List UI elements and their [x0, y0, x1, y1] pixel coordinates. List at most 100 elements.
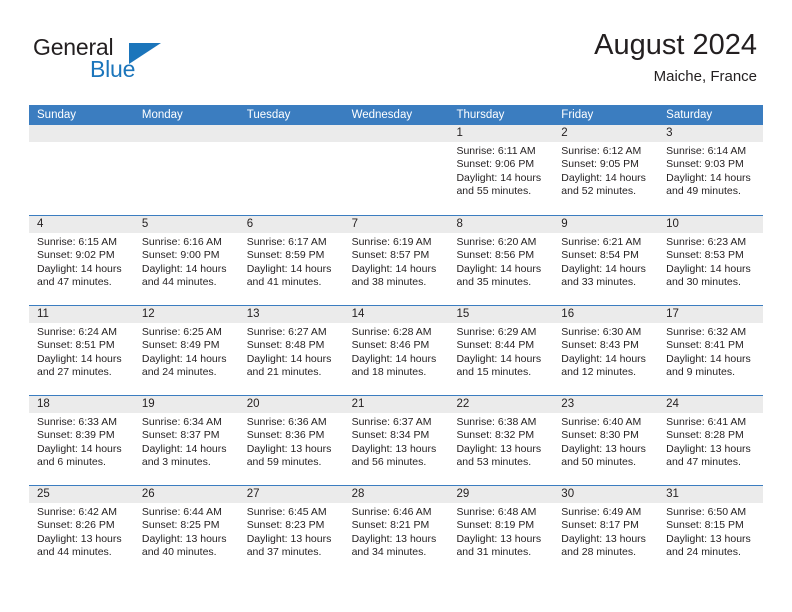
day-details: Sunrise: 6:48 AM Sunset: 8:19 PM Daylight:… [448, 503, 553, 560]
daylight-text: Daylight: 14 hours and 24 minutes. [141, 352, 227, 379]
brand-logo[interactable]: General Blue [33, 34, 233, 90]
daylight-text: Daylight: 13 hours and 40 minutes. [141, 532, 227, 559]
calendar-day-cell[interactable]: 30 Sunrise: 6:49 AM Sunset: 8:17 PM Dayligh… [553, 486, 659, 575]
calendar-day-cell[interactable]: 3 Sunrise: 6:14 AM Sunset: 9:03 PM Daylight… [658, 125, 764, 215]
calendar-day-cell-empty [343, 125, 449, 215]
weekday-header-saturday: Saturday [666, 109, 713, 121]
day-number [343, 125, 449, 142]
calendar-day-cell[interactable]: 17 Sunrise: 6:32 AM Sunset: 8:41 PM Dayligh… [658, 306, 764, 395]
sunset-text: Sunset: 8:59 PM [246, 249, 325, 262]
sunrise-text: Sunrise: 6:41 AM [666, 416, 747, 428]
day-number: 14 [343, 306, 449, 323]
day-number: 2 [553, 125, 659, 142]
calendar-day-cell[interactable]: 19 Sunrise: 6:34 AM Sunset: 8:37 PM Dayligh… [133, 396, 239, 485]
calendar-day-cell[interactable]: 25 Sunrise: 6:42 AM Sunset: 8:26 PM Dayligh… [29, 486, 134, 575]
calendar-day-cell[interactable]: 26 Sunrise: 6:44 AM Sunset: 8:25 PM Dayligh… [133, 486, 239, 575]
weekday-header-row: Sunday Monday Tuesday Wednesday Thursday… [29, 105, 763, 125]
day-details: Sunrise: 6:49 AM Sunset: 8:17 PM Daylight:… [553, 503, 658, 560]
page-subtitle: Maiche, France [653, 68, 757, 85]
calendar-week-row: 1 Sunrise: 6:11 AM Sunset: 9:06 PM Daylight… [29, 125, 764, 215]
day-details: Sunrise: 6:15 AM Sunset: 9:02 PM Daylight:… [29, 233, 134, 290]
calendar-grid: Sunday Monday Tuesday Wednesday Thursday… [29, 105, 764, 575]
calendar-day-cell[interactable]: 10 Sunrise: 6:23 AM Sunset: 8:53 PM Dayligh… [658, 216, 764, 305]
day-details: Sunrise: 6:27 AM Sunset: 8:48 PM Daylight:… [239, 323, 344, 380]
calendar-day-cell[interactable]: 23 Sunrise: 6:40 AM Sunset: 8:30 PM Dayligh… [553, 396, 659, 485]
day-number: 29 [448, 486, 554, 503]
calendar-day-cell[interactable]: 1 Sunrise: 6:11 AM Sunset: 9:06 PM Daylight… [448, 125, 554, 215]
day-number: 26 [133, 486, 239, 503]
day-details: Sunrise: 6:11 AM Sunset: 9:06 PM Daylight:… [448, 142, 553, 199]
calendar-day-cell[interactable]: 11 Sunrise: 6:24 AM Sunset: 8:51 PM Dayligh… [29, 306, 134, 395]
calendar-day-cell[interactable]: 22 Sunrise: 6:38 AM Sunset: 8:32 PM Dayligh… [448, 396, 554, 485]
daylight-text: Daylight: 14 hours and 33 minutes. [561, 262, 646, 289]
day-number: 5 [133, 216, 239, 233]
day-details: Sunrise: 6:46 AM Sunset: 8:21 PM Daylight:… [344, 503, 449, 560]
calendar-day-cell[interactable]: 12 Sunrise: 6:25 AM Sunset: 8:49 PM Dayligh… [133, 306, 239, 395]
day-number: 28 [343, 486, 449, 503]
sunset-text: Sunset: 8:26 PM [37, 519, 115, 532]
calendar-day-cell[interactable]: 6 Sunrise: 6:17 AM Sunset: 8:59 PM Daylight… [238, 216, 344, 305]
calendar-day-cell[interactable]: 13 Sunrise: 6:27 AM Sunset: 8:48 PM Dayligh… [238, 306, 344, 395]
calendar-day-cell[interactable]: 5 Sunrise: 6:16 AM Sunset: 9:00 PM Daylight… [133, 216, 239, 305]
sunset-text: Sunset: 9:03 PM [666, 158, 744, 171]
daylight-text: Daylight: 14 hours and 44 minutes. [141, 262, 227, 289]
daylight-text: Daylight: 13 hours and 50 minutes. [561, 442, 646, 469]
day-number: 17 [658, 306, 764, 323]
sunrise-text: Sunrise: 6:36 AM [246, 416, 327, 428]
day-details: Sunrise: 6:20 AM Sunset: 8:56 PM Daylight:… [448, 233, 553, 290]
calendar-day-cell[interactable]: 21 Sunrise: 6:37 AM Sunset: 8:34 PM Dayligh… [343, 396, 449, 485]
day-details: Sunrise: 6:42 AM Sunset: 8:26 PM Daylight:… [29, 503, 134, 560]
calendar-day-cell[interactable]: 28 Sunrise: 6:46 AM Sunset: 8:21 PM Dayligh… [343, 486, 449, 575]
sunset-text: Sunset: 9:06 PM [456, 158, 535, 171]
day-number: 10 [658, 216, 764, 233]
day-details: Sunrise: 6:41 AM Sunset: 8:28 PM Daylight:… [658, 413, 763, 470]
calendar-day-cell[interactable]: 24 Sunrise: 6:41 AM Sunset: 8:28 PM Dayligh… [658, 396, 764, 485]
calendar-day-cell[interactable]: 8 Sunrise: 6:20 AM Sunset: 8:56 PM Daylight… [448, 216, 554, 305]
day-number: 24 [658, 396, 764, 413]
day-number: 25 [29, 486, 134, 503]
sunset-text: Sunset: 8:56 PM [456, 249, 535, 262]
calendar-day-cell[interactable]: 18 Sunrise: 6:33 AM Sunset: 8:39 PM Dayligh… [29, 396, 134, 485]
calendar-day-cell[interactable]: 9 Sunrise: 6:21 AM Sunset: 8:54 PM Daylight… [553, 216, 659, 305]
calendar-day-cell[interactable]: 27 Sunrise: 6:45 AM Sunset: 8:23 PM Dayligh… [238, 486, 344, 575]
calendar-week-row: 4 Sunrise: 6:15 AM Sunset: 9:02 PM Daylight… [29, 215, 764, 305]
day-number [238, 125, 344, 142]
daylight-text: Daylight: 14 hours and 30 minutes. [666, 262, 751, 289]
calendar-day-cell[interactable]: 16 Sunrise: 6:30 AM Sunset: 8:43 PM Dayligh… [553, 306, 659, 395]
page-header: General Blue August 2024 Maiche, France [0, 0, 792, 100]
page-title: August 2024 [594, 29, 757, 61]
calendar-day-cell[interactable]: 14 Sunrise: 6:28 AM Sunset: 8:46 PM Dayligh… [343, 306, 449, 395]
daylight-text: Daylight: 13 hours and 53 minutes. [456, 442, 542, 469]
sunset-text: Sunset: 8:30 PM [561, 429, 639, 442]
sunrise-text: Sunrise: 6:16 AM [141, 236, 222, 248]
day-details: Sunrise: 6:16 AM Sunset: 9:00 PM Daylight:… [134, 233, 239, 290]
calendar-day-cell[interactable]: 15 Sunrise: 6:29 AM Sunset: 8:44 PM Dayligh… [448, 306, 554, 395]
day-details: Sunrise: 6:24 AM Sunset: 8:51 PM Daylight:… [29, 323, 134, 380]
daylight-text: Daylight: 14 hours and 18 minutes. [351, 352, 437, 379]
daylight-text: Daylight: 14 hours and 12 minutes. [561, 352, 646, 379]
calendar-day-cell-empty [133, 125, 239, 215]
day-number: 18 [29, 396, 134, 413]
day-details: Sunrise: 6:23 AM Sunset: 8:53 PM Daylight:… [658, 233, 763, 290]
daylight-text: Daylight: 13 hours and 24 minutes. [666, 532, 751, 559]
sunset-text: Sunset: 8:39 PM [37, 429, 115, 442]
day-number [133, 125, 239, 142]
calendar-day-cell-empty [29, 125, 134, 215]
sunset-text: Sunset: 9:02 PM [37, 249, 115, 262]
calendar-day-cell[interactable]: 4 Sunrise: 6:15 AM Sunset: 9:02 PM Daylight… [29, 216, 134, 305]
calendar-week-row: 18 Sunrise: 6:33 AM Sunset: 8:39 PM Dayligh… [29, 395, 764, 485]
sunrise-text: Sunrise: 6:38 AM [456, 416, 537, 428]
day-details: Sunrise: 6:38 AM Sunset: 8:32 PM Daylight:… [448, 413, 553, 470]
calendar-day-cell[interactable]: 2 Sunrise: 6:12 AM Sunset: 9:05 PM Daylight… [553, 125, 659, 215]
calendar-day-cell[interactable]: 20 Sunrise: 6:36 AM Sunset: 8:36 PM Dayligh… [238, 396, 344, 485]
daylight-text: Daylight: 14 hours and 6 minutes. [37, 442, 122, 469]
sunset-text: Sunset: 8:46 PM [351, 339, 430, 352]
calendar-day-cell[interactable]: 29 Sunrise: 6:48 AM Sunset: 8:19 PM Dayligh… [448, 486, 554, 575]
sunrise-text: Sunrise: 6:46 AM [351, 506, 432, 518]
sunset-text: Sunset: 8:57 PM [351, 249, 430, 262]
calendar-day-cell[interactable]: 31 Sunrise: 6:50 AM Sunset: 8:15 PM Dayligh… [658, 486, 764, 575]
sunset-text: Sunset: 8:25 PM [141, 519, 220, 532]
calendar-day-cell[interactable]: 7 Sunrise: 6:19 AM Sunset: 8:57 PM Daylight… [343, 216, 449, 305]
day-details: Sunrise: 6:25 AM Sunset: 8:49 PM Daylight:… [134, 323, 239, 380]
sunset-text: Sunset: 8:37 PM [141, 429, 220, 442]
